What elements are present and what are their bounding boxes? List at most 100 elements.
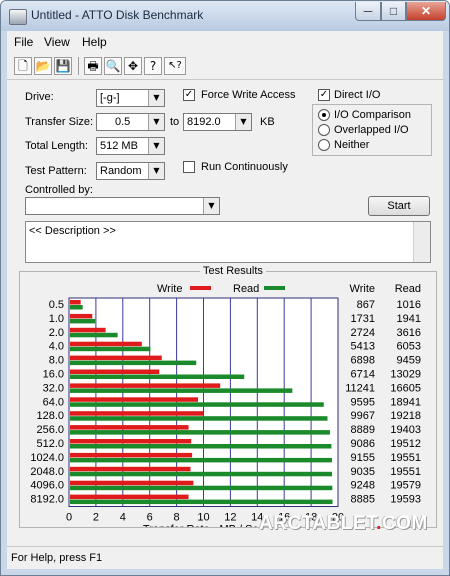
read-bar xyxy=(70,346,151,352)
read-bar xyxy=(70,318,96,324)
read-bar xyxy=(70,485,333,491)
total-length-label: Total Length: xyxy=(25,140,88,152)
read-bar xyxy=(70,402,324,407)
category-label: 8192.0 xyxy=(30,494,64,506)
category-label: 64.0 xyxy=(43,396,64,408)
transfer-from-select[interactable]: 0.5 ▼ xyxy=(96,113,165,131)
save-icon[interactable]: 💾 xyxy=(54,57,72,75)
category-label: 2.0 xyxy=(49,327,64,339)
test-pattern-value: Random xyxy=(100,165,142,177)
chevron-down-icon[interactable]: ▼ xyxy=(148,138,164,154)
drive-select[interactable]: [-g-] ▼ xyxy=(96,89,165,107)
kb-label: KB xyxy=(260,116,275,128)
force-write-checkbox[interactable]: ✓ xyxy=(183,89,195,101)
print-preview-icon[interactable]: 🔍 xyxy=(104,57,122,75)
move-icon[interactable]: ✥ xyxy=(124,57,142,75)
test-results-title: Test Results xyxy=(200,265,266,277)
read-bar xyxy=(70,499,333,505)
run-continuously-checkbox[interactable] xyxy=(183,161,195,173)
print-icon[interactable]: 🖶 xyxy=(84,57,102,75)
write-bar xyxy=(70,466,191,472)
write-bar xyxy=(70,300,81,305)
write-value: 9155 xyxy=(351,452,375,464)
read-value: 3616 xyxy=(397,327,421,339)
read-value: 6053 xyxy=(397,341,421,353)
write-bar xyxy=(70,355,162,361)
chevron-down-icon[interactable]: ▼ xyxy=(148,90,164,106)
title-bar[interactable]: Untitled - ATTO Disk Benchmark ─ □ ✕ xyxy=(1,1,449,31)
chevron-down-icon[interactable]: ▼ xyxy=(203,198,219,214)
x-tick-label: 8 xyxy=(174,512,180,524)
transfer-to-value: 8192.0 xyxy=(187,116,221,128)
maximize-button[interactable]: □ xyxy=(381,2,406,21)
write-bar xyxy=(70,383,221,388)
test-pattern-select[interactable]: Random ▼ xyxy=(96,162,165,180)
toolbar: 🗋 📂 💾 🖶 🔍 ✥ ? ↖? xyxy=(7,53,443,80)
category-label: 1024.0 xyxy=(30,452,64,464)
transfer-from-value: 0.5 xyxy=(115,116,131,128)
menu-file[interactable]: File xyxy=(14,35,33,49)
x-tick-label: 4 xyxy=(120,512,126,524)
category-label: 32.0 xyxy=(43,382,64,394)
neither-radio[interactable] xyxy=(318,139,330,151)
minimize-button[interactable]: ─ xyxy=(355,2,381,21)
read-bar xyxy=(70,388,293,393)
write-bar xyxy=(70,439,192,444)
read-value: 13029 xyxy=(390,369,421,381)
write-value: 11241 xyxy=(345,382,375,394)
toolbar-separator xyxy=(78,57,79,75)
transfer-rate-chart: 02468101214161820Transfer Rate - MB / Se… xyxy=(30,283,421,536)
start-button[interactable]: Start xyxy=(368,196,430,216)
overlapped-io-radio[interactable] xyxy=(318,124,330,136)
io-comparison-radio[interactable] xyxy=(318,109,330,121)
legend-write-label: Write xyxy=(157,283,182,295)
close-button[interactable]: ✕ xyxy=(406,2,446,21)
write-value: 8885 xyxy=(351,494,375,506)
description-text: << Description >> xyxy=(29,225,116,237)
chevron-down-icon[interactable]: ▼ xyxy=(148,114,164,130)
x-tick-label: 0 xyxy=(66,512,72,524)
status-bar: For Help, press F1 xyxy=(7,546,443,569)
help-icon[interactable]: ? xyxy=(144,57,162,75)
menu-bar: File View Help xyxy=(7,31,443,53)
total-length-select[interactable]: 512 MB ▼ xyxy=(96,137,165,155)
context-help-icon[interactable]: ↖? xyxy=(164,57,186,75)
run-continuously-label: Run Continuously xyxy=(201,161,288,173)
read-bar xyxy=(70,444,332,449)
controlled-by-select[interactable]: ▼ xyxy=(25,197,220,215)
x-tick-label: 12 xyxy=(224,512,236,524)
total-length-value: 512 MB xyxy=(100,140,138,152)
test-pattern-label: Test Pattern: xyxy=(25,165,87,177)
transfer-size-label: Transfer Size: xyxy=(25,116,94,128)
read-bar xyxy=(70,457,332,463)
write-bar xyxy=(70,411,204,416)
status-text: For Help, press F1 xyxy=(11,552,103,564)
app-window: Untitled - ATTO Disk Benchmark ─ □ ✕ Fil… xyxy=(0,0,450,576)
category-label: 128.0 xyxy=(36,410,64,422)
write-value: 6714 xyxy=(351,369,375,381)
category-label: 16.0 xyxy=(43,369,64,381)
transfer-to-select[interactable]: 8192.0 ▼ xyxy=(183,113,252,131)
read-bar xyxy=(70,416,328,421)
category-label: 512.0 xyxy=(36,438,64,450)
read-bar xyxy=(70,360,197,366)
write-value: 9086 xyxy=(351,438,375,450)
open-folder-icon[interactable]: 📂 xyxy=(34,57,52,75)
menu-view[interactable]: View xyxy=(44,35,70,49)
read-value: 19512 xyxy=(390,438,421,450)
chevron-down-icon[interactable]: ▼ xyxy=(148,163,164,179)
description-scrollbar[interactable] xyxy=(413,222,430,262)
overlapped-io-label: Overlapped I/O xyxy=(334,124,409,136)
new-file-icon[interactable]: 🗋 xyxy=(14,57,32,75)
chevron-down-icon[interactable]: ▼ xyxy=(235,114,251,130)
direct-io-checkbox[interactable]: ✓ xyxy=(318,89,330,101)
legend-write-swatch xyxy=(190,286,211,290)
read-bar xyxy=(70,471,332,477)
category-label: 0.5 xyxy=(49,299,64,311)
read-value: 19551 xyxy=(390,466,421,478)
write-bar xyxy=(70,369,160,374)
menu-help[interactable]: Help xyxy=(82,35,107,49)
description-box[interactable]: << Description >> xyxy=(25,221,431,263)
neither-label: Neither xyxy=(334,139,370,151)
write-bar xyxy=(70,494,189,500)
